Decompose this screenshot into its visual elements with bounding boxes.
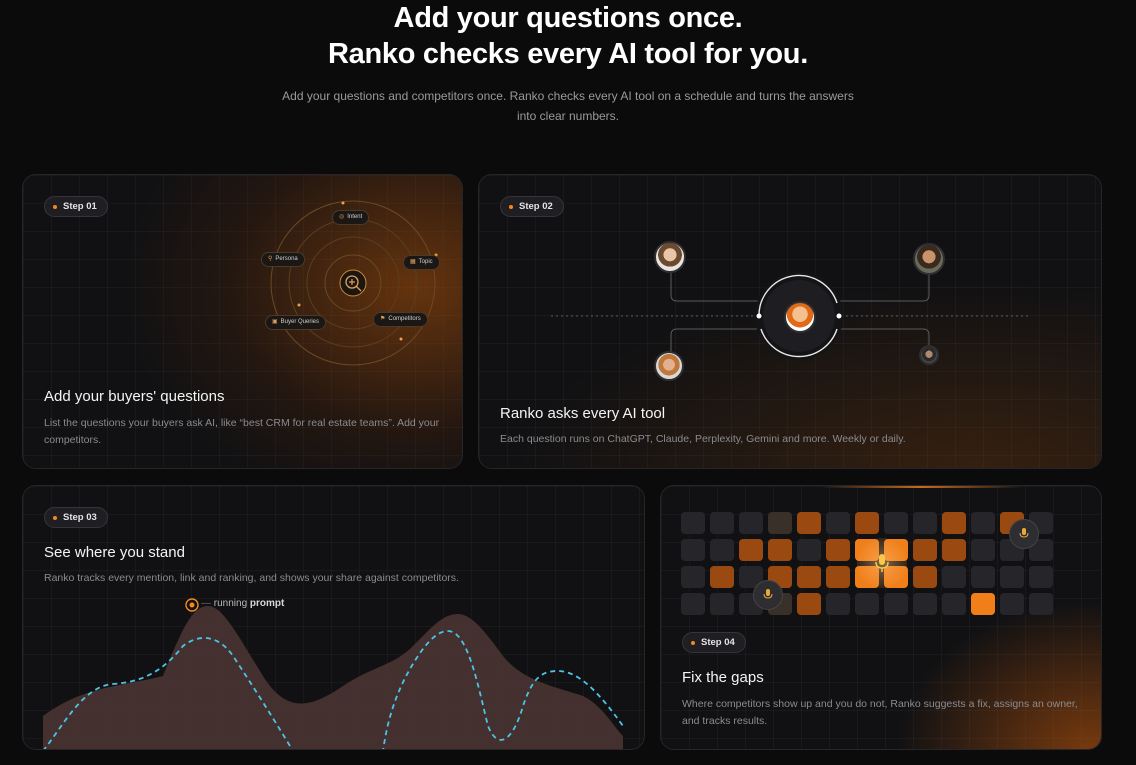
heatmap-cell [913, 593, 937, 615]
heatmap-cell [710, 566, 734, 588]
heatmap-cell [855, 512, 879, 534]
hero-section: Add your questions once. Ranko checks ev… [0, 0, 1136, 126]
heatmap-cell [710, 512, 734, 534]
heatmap-cell [826, 512, 850, 534]
heatmap-cell [1000, 566, 1024, 588]
heatmap-cell [971, 593, 995, 615]
running-prompt-legend: — running prompt [201, 598, 285, 609]
heatmap-cell [681, 593, 705, 615]
search-plus-icon [345, 275, 362, 292]
heatmap-cell [942, 566, 966, 588]
heatmap-cell [797, 566, 821, 588]
heatmap-cell [884, 512, 908, 534]
user-avatar-1 [654, 241, 686, 273]
tag-persona: ⚲ Persona [261, 252, 305, 267]
heatmap-cell [913, 566, 937, 588]
microphone-icon[interactable] [1009, 519, 1039, 549]
heatmap-cell [913, 512, 937, 534]
step-desc-4: Where competitors show up and you do not… [682, 698, 1078, 727]
heatmap-cell [710, 593, 734, 615]
top-accent-line [821, 486, 1021, 488]
grid-icon: ▦ [410, 259, 416, 265]
person-icon: ⚲ [268, 256, 273, 262]
heatmap-cell [826, 539, 850, 561]
heatmap-cell [797, 593, 821, 615]
heatmap-cell [942, 512, 966, 534]
user-avatar-4 [919, 345, 939, 365]
heatmap-cell [681, 539, 705, 561]
heatmap-cell [797, 539, 821, 561]
step-pill-4: Step 04 [682, 632, 746, 653]
microphone-icon[interactable] [753, 580, 783, 610]
tag-competitors: ⚑ Competitors [373, 312, 428, 327]
hero-subtitle: Add your questions and competitors once.… [282, 89, 854, 123]
flag-icon: ⚑ [380, 316, 386, 322]
step-card-4: Step 04 Fix the gaps Where competitors s… [660, 485, 1102, 750]
heatmap-cell [1029, 593, 1053, 615]
target-icon: ◎ [339, 214, 345, 220]
step-title-1: Add your buyers' questions [44, 388, 225, 405]
step-pill-1: Step 01 [44, 196, 108, 217]
heatmap-cell [971, 512, 995, 534]
heatmap-cell [1000, 593, 1024, 615]
hero-title-line-2: Ranko checks every AI tool for you. [328, 38, 808, 70]
heatmap-cell [855, 593, 879, 615]
radio-dot-icon [185, 598, 199, 612]
heatmap-cell [942, 539, 966, 561]
heatmap-cell [1029, 566, 1053, 588]
step-card-3: Step 03 See where you stand Ranko tracks… [22, 485, 645, 750]
connection-diagram [551, 267, 1029, 360]
heatmap-cell [826, 566, 850, 588]
tag-intent: ◎ Intent [332, 210, 370, 225]
step-card-2: Step 02 Ranko asks every AI tool Each qu… [478, 174, 1102, 469]
heatmap-cell [681, 512, 705, 534]
microphone-icon[interactable] [857, 538, 907, 588]
visibility-chart [43, 606, 624, 749]
heatmap-cell [913, 539, 937, 561]
step-title-2: Ranko asks every AI tool [500, 405, 666, 422]
step-desc-1: List the questions your buyers ask AI, l… [44, 417, 440, 446]
heatmap-cell [739, 539, 763, 561]
heatmap-cell [710, 539, 734, 561]
user-avatar-2 [913, 243, 945, 275]
heatmap-cell [768, 539, 792, 561]
heatmap-cell [884, 593, 908, 615]
hero-title-line-1: Add your questions once. [393, 2, 743, 34]
heatmap-cell [739, 512, 763, 534]
heatmap-cell [797, 512, 821, 534]
ranko-mascot-avatar [784, 301, 816, 333]
step-card-1: Step 01 ◎ Intent ⚲ Persona ▦ Topic ▣ Buyer Q… [22, 174, 463, 469]
heatmap-cell [971, 566, 995, 588]
chat-icon: ▣ [272, 319, 278, 325]
step-title-4: Fix the gaps [682, 669, 764, 686]
heatmap-cell [826, 593, 850, 615]
heatmap-cell [942, 593, 966, 615]
heatmap-cell [768, 512, 792, 534]
heatmap-cell [681, 566, 705, 588]
tag-topic: ▦ Topic [403, 255, 440, 270]
step-desc-2: Each question runs on ChatGPT, Claude, P… [500, 433, 906, 445]
heatmap-cell [971, 539, 995, 561]
user-avatar-3 [654, 351, 684, 381]
tag-buyer-queries: ▣ Buyer Queries [265, 315, 327, 330]
